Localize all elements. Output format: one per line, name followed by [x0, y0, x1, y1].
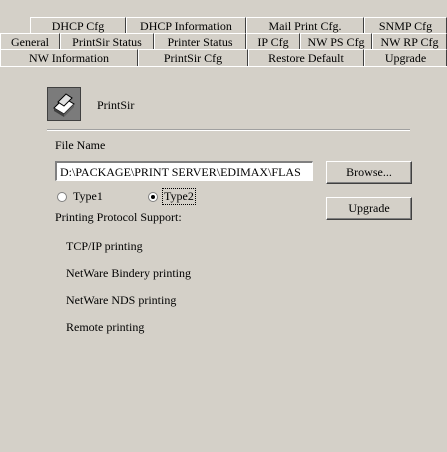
protocol-item-tcpip: TCP/IP printing — [66, 239, 143, 253]
tab-upgrade[interactable]: Upgrade — [364, 49, 447, 66]
printer-icon — [47, 87, 81, 121]
tab-nw-rp-cfg[interactable]: NW RP Cfg — [372, 33, 447, 49]
tab-nw-ps-cfg[interactable]: NW PS Cfg — [300, 33, 372, 49]
printer-icon-graphic — [48, 88, 80, 120]
tab-row-2: General PrintSir Status Printer Status I… — [0, 33, 447, 49]
tab-restore-default[interactable]: Restore Default — [248, 49, 364, 66]
printserver-dialog: DHCP Cfg DHCP Information Mail Print Cfg… — [0, 0, 447, 452]
protocol-heading: Printing Protocol Support: — [55, 210, 182, 224]
type1-radio[interactable] — [57, 192, 67, 202]
type2-radio[interactable] — [148, 192, 158, 202]
type2-label[interactable]: Type2 — [164, 189, 194, 203]
type2-radio-dot — [151, 195, 155, 199]
browse-button[interactable]: Browse... — [326, 161, 412, 184]
protocol-item-netware-nds: NetWare NDS printing — [66, 293, 177, 307]
tab-general[interactable]: General — [0, 33, 60, 49]
tab-printer-status[interactable]: Printer Status — [154, 33, 246, 49]
tab-dhcp-information[interactable]: DHCP Information — [126, 17, 246, 33]
file-path-field[interactable]: D:\PACKAGE\PRINT SERVER\EDIMAX\FLAS — [55, 161, 313, 181]
tab-row-1: DHCP Cfg DHCP Information Mail Print Cfg… — [30, 17, 447, 33]
upgrade-button[interactable]: Upgrade — [326, 197, 412, 220]
tab-nw-information[interactable]: NW Information — [0, 49, 138, 66]
tab-printsir-cfg[interactable]: PrintSir Cfg — [138, 49, 248, 66]
tab-mail-print-cfg[interactable]: Mail Print Cfg. — [246, 17, 364, 33]
tab-printsir-status[interactable]: PrintSir Status — [60, 33, 154, 49]
tab-ip-cfg[interactable]: IP Cfg — [246, 33, 300, 49]
type1-label[interactable]: Type1 — [73, 189, 103, 204]
separator — [47, 129, 410, 131]
type2-focus: Type2 — [162, 188, 196, 205]
upgrade-panel — [10, 67, 447, 452]
device-name: PrintSir — [97, 98, 135, 112]
tab-dhcp-cfg[interactable]: DHCP Cfg — [30, 17, 126, 33]
tab-snmp-cfg[interactable]: SNMP Cfg — [364, 17, 447, 33]
file-name-label: File Name — [55, 138, 106, 152]
protocol-item-netware-bindery: NetWare Bindery printing — [66, 266, 191, 280]
protocol-item-remote: Remote printing — [66, 320, 145, 334]
tab-row-3: NW Information PrintSir Cfg Restore Defa… — [0, 49, 447, 66]
